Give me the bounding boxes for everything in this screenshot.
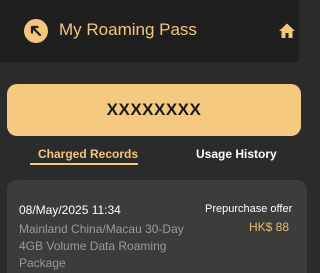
charged-record-item[interactable]: 08/May/2025 11:34 Mainland China/Macau 3… — [7, 180, 307, 273]
arrow-up-left-icon — [30, 25, 42, 37]
page-title: My Roaming Pass — [59, 20, 197, 39]
record-type: Prepurchase offer — [205, 203, 293, 215]
pass-number: XXXXXXXX — [106, 100, 202, 119]
record-price: HK$ 88 — [249, 220, 290, 234]
record-description: Mainland China/Macau 30-Day 4GB Volume D… — [19, 222, 184, 270]
roaming-pass-card[interactable]: XXXXXXXX — [7, 84, 301, 136]
active-tab-indicator — [30, 163, 138, 165]
tab-usage-history[interactable]: Usage History — [196, 147, 277, 161]
tab-charged-records[interactable]: Charged Records — [38, 147, 138, 161]
app-header: My Roaming Pass — [0, 0, 299, 62]
back-button[interactable] — [24, 19, 48, 43]
home-button[interactable] — [278, 22, 296, 40]
home-icon — [279, 23, 295, 38]
record-date: 08/May/2025 11:34 — [19, 203, 121, 217]
